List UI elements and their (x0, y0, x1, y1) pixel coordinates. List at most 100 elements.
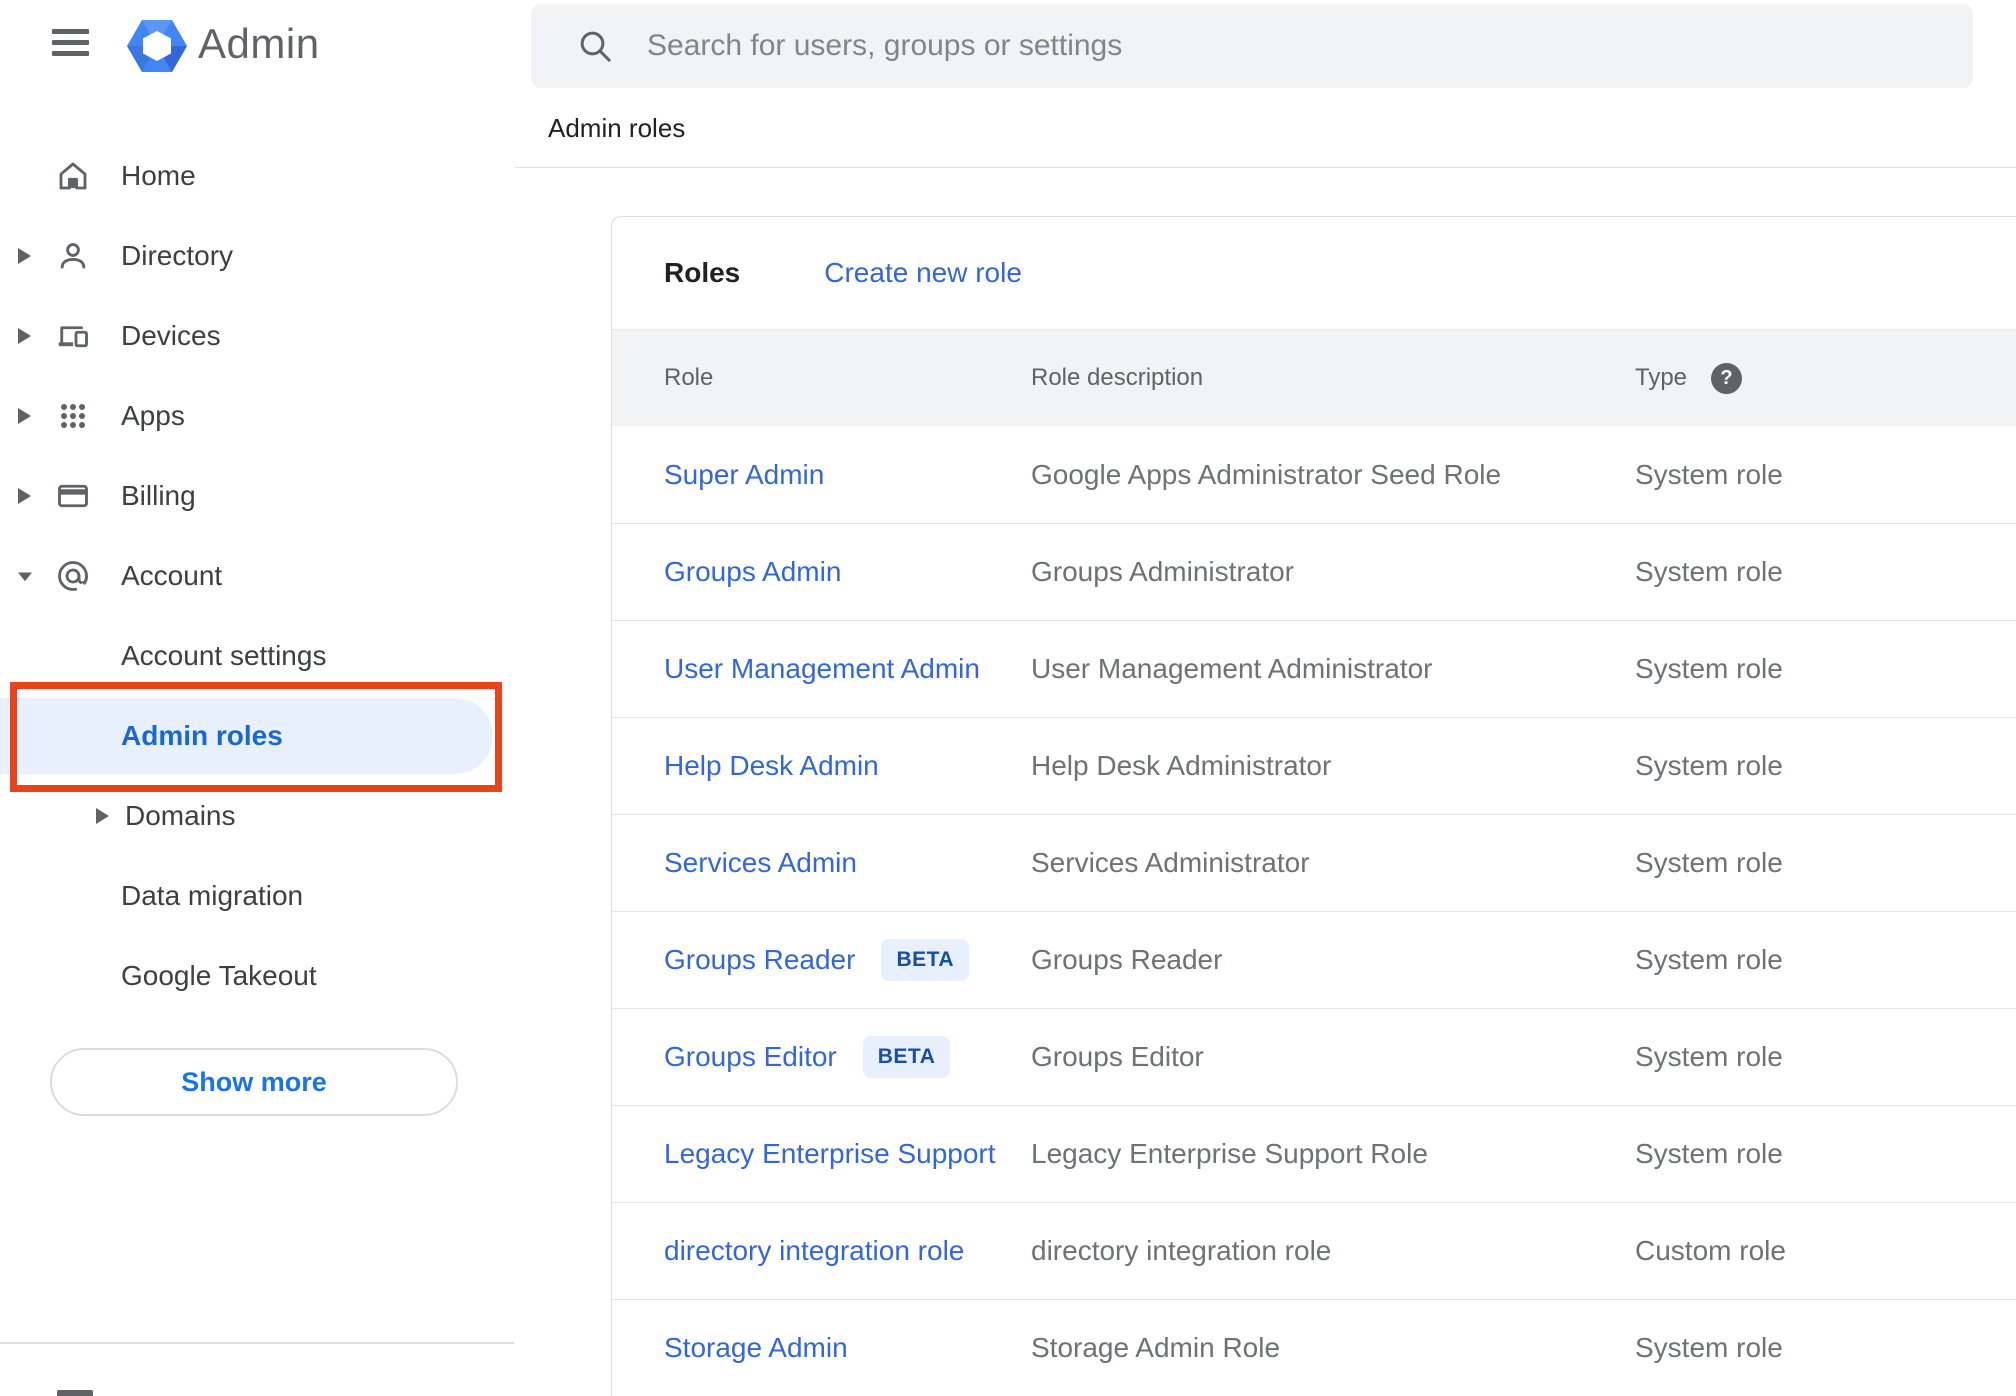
role-description: directory integration role (1031, 1235, 1332, 1266)
chevron-right-icon[interactable] (18, 248, 32, 264)
roles-card-header: Roles Create new role (612, 217, 2016, 329)
help-icon[interactable]: ? (1711, 362, 1743, 394)
sidebar-item-apps[interactable]: Apps (0, 376, 515, 456)
table-header-row: Role Role description Type ? (612, 329, 2016, 426)
role-link[interactable]: Groups Reader (664, 944, 855, 976)
main-content: Search for users, groups or settings Adm… (515, 0, 2016, 1396)
person-icon (60, 243, 86, 269)
table-row: directory integration role directory int… (612, 1202, 2016, 1299)
sidebar-item-label: Domains (125, 800, 236, 831)
sidebar-item-label: Devices (121, 320, 221, 351)
sidebar-item-google-takeout[interactable]: Google Takeout (0, 936, 515, 1016)
role-description: Groups Reader (1031, 944, 1223, 975)
sidebar-item-account[interactable]: Account (0, 536, 515, 616)
role-type: System role (1635, 847, 1783, 878)
divider (515, 167, 2016, 168)
beta-badge: BETA (862, 1036, 951, 1078)
create-new-role-link[interactable]: Create new role (824, 257, 1022, 289)
role-description: Help Desk Administrator (1031, 750, 1332, 781)
breadcrumb: Admin roles (548, 113, 686, 143)
cutoff-bottom-icon (57, 1390, 93, 1396)
active-item-highlight: Admin roles (0, 698, 493, 774)
app-title: Admin (198, 20, 320, 67)
role-cell: Groups Reader BETA (664, 939, 1031, 981)
table-row: Legacy Enterprise Support Legacy Enterpr… (612, 1105, 2016, 1202)
search-bar[interactable]: Search for users, groups or settings (531, 4, 1973, 88)
role-link[interactable]: Help Desk Admin (664, 750, 879, 782)
column-header-type-label: Type (1635, 364, 1688, 391)
sidebar-item-home[interactable]: Home (0, 136, 515, 216)
sidebar-item-devices[interactable]: Devices (0, 296, 515, 376)
role-cell: Help Desk Admin (664, 750, 1031, 782)
table-row: Groups Reader BETA Groups Reader System … (612, 911, 2016, 1008)
sidebar-item-billing[interactable]: Billing (0, 456, 515, 536)
admin-console: Admin Home Directory Devices Apps Billin… (0, 0, 2016, 1396)
sidebar-item-label: Account (121, 560, 223, 591)
role-type: System role (1635, 653, 1783, 684)
role-link[interactable]: Groups Admin (664, 556, 841, 588)
table-row: Groups Editor BETA Groups Editor System … (612, 1008, 2016, 1105)
role-link[interactable]: User Management Admin (664, 653, 980, 685)
search-icon (580, 31, 611, 62)
role-link[interactable]: directory integration role (664, 1235, 964, 1267)
role-link[interactable]: Services Admin (664, 847, 857, 879)
menu-icon[interactable] (52, 29, 89, 56)
chevron-right-icon[interactable] (18, 488, 32, 504)
sidebar-item-label: Apps (121, 400, 185, 431)
table-row: Groups Admin Groups Administrator System… (612, 523, 2016, 620)
role-cell: Super Admin (664, 459, 1031, 491)
sidebar-item-label: Home (121, 160, 196, 191)
chevron-right-icon[interactable] (18, 408, 32, 424)
sidebar-item-label: Data migration (121, 880, 304, 911)
home-icon (59, 162, 87, 190)
chevron-right-icon[interactable] (96, 808, 110, 824)
role-description: Storage Admin Role (1031, 1332, 1281, 1363)
card-title: Roles (664, 257, 741, 288)
role-cell: Services Admin (664, 847, 1031, 879)
sidebar-header: Admin (0, 0, 515, 100)
role-link[interactable]: Storage Admin (664, 1332, 848, 1364)
sidebar-item-data-migration[interactable]: Data migration (0, 856, 515, 936)
sidebar: Admin Home Directory Devices Apps Billin… (0, 0, 515, 1396)
sidebar-item-admin-roles[interactable]: Admin roles (0, 682, 515, 792)
chevron-down-icon[interactable] (18, 568, 32, 584)
table-row: Help Desk Admin Help Desk Administrator … (612, 717, 2016, 814)
sidebar-item-label: Account settings (121, 640, 327, 671)
sidebar-item-label: Directory (121, 240, 234, 271)
role-cell: Storage Admin (664, 1332, 1031, 1364)
role-type: System role (1635, 458, 1783, 490)
column-header-role: Role (664, 364, 714, 391)
role-link[interactable]: Super Admin (664, 459, 824, 491)
search-input[interactable]: Search for users, groups or settings (647, 29, 1122, 63)
role-description: User Management Administrator (1031, 653, 1433, 684)
sidebar-item-label: Admin roles (121, 720, 283, 751)
role-type: System role (1635, 556, 1783, 587)
role-cell: User Management Admin (664, 653, 1031, 685)
table-row: Services Admin Services Administrator Sy… (612, 814, 2016, 911)
role-cell: Groups Editor BETA (664, 1036, 1031, 1078)
role-link[interactable]: Legacy Enterprise Support (664, 1138, 996, 1170)
role-description: Services Administrator (1031, 847, 1310, 878)
at-sign-icon (58, 561, 88, 591)
devices-icon (58, 326, 88, 348)
role-description: Groups Editor (1031, 1041, 1204, 1072)
sidebar-item-account-settings[interactable]: Account settings (0, 616, 515, 696)
sidebar-divider (0, 1342, 514, 1344)
sidebar-item-directory[interactable]: Directory (0, 216, 515, 296)
sidebar-nav: Home Directory Devices Apps Billing Acco… (0, 136, 515, 1016)
roles-card: Roles Create new role Role Role descript… (611, 216, 2016, 1396)
role-type: Custom role (1635, 1235, 1786, 1266)
table-row: Super Admin Google Apps Administrator Se… (612, 426, 2016, 523)
role-link[interactable]: Groups Editor (664, 1041, 837, 1073)
role-description: Legacy Enterprise Support Role (1031, 1138, 1428, 1169)
apps-grid-icon (61, 404, 85, 428)
role-cell: Legacy Enterprise Support (664, 1138, 1031, 1170)
sidebar-item-domains[interactable]: Domains (0, 776, 515, 856)
chevron-right-icon[interactable] (18, 328, 32, 344)
show-more-button[interactable]: Show more (50, 1048, 458, 1116)
beta-badge: BETA (881, 939, 970, 981)
role-type: System role (1635, 750, 1783, 781)
role-description: Groups Administrator (1031, 556, 1294, 587)
role-cell: Groups Admin (664, 556, 1031, 588)
roles-table-body: Super Admin Google Apps Administrator Se… (612, 426, 2016, 1396)
